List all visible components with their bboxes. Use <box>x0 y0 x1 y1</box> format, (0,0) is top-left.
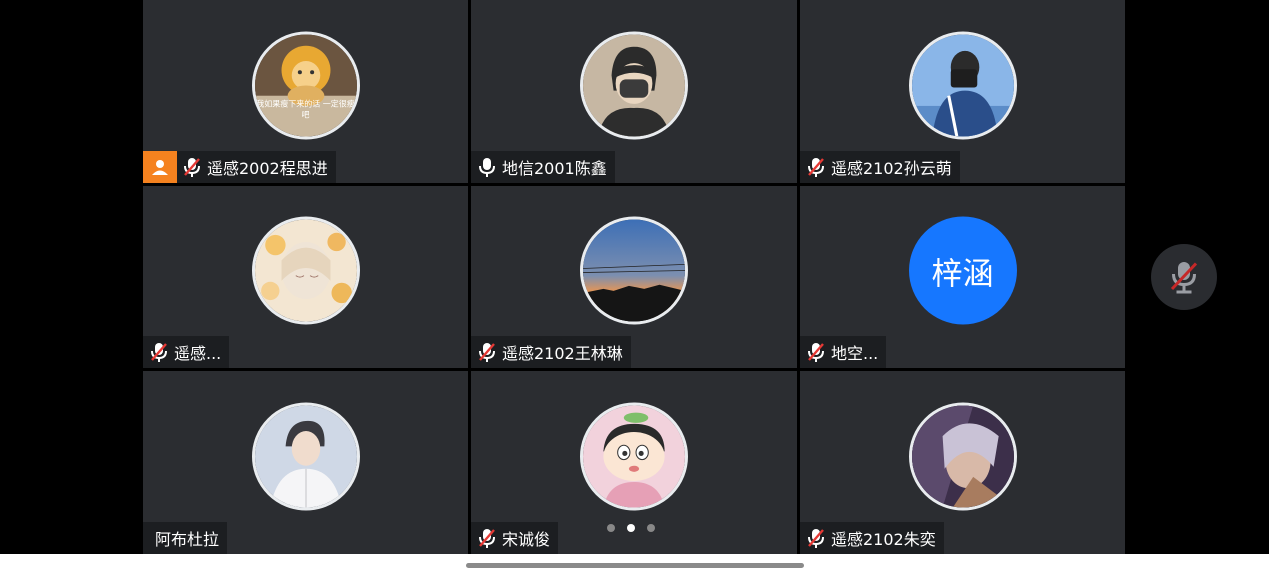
participant-name: 遥感2102朱奕 <box>831 530 936 549</box>
participant-name: 阿布杜拉 <box>155 530 220 549</box>
avatar <box>251 216 360 325</box>
participant-tile[interactable]: 我如果瘦下来的话 一定很瘦吧 遥感2002程思进 <box>143 0 468 183</box>
mic-muted-icon <box>184 158 200 177</box>
mic-icon <box>479 158 495 177</box>
participant-tile[interactable]: 遥感... <box>143 186 468 368</box>
mic-muted-icon <box>479 529 495 548</box>
mic-muted-icon <box>808 529 824 548</box>
participant-label: 遥感2102王林琳 <box>471 336 631 368</box>
participant-label: 遥感... <box>143 336 230 368</box>
text-avatar: 梓涵 <box>908 216 1017 325</box>
participant-name: 遥感2002程思进 <box>207 159 328 178</box>
participant-name: 宋诚俊 <box>502 530 551 549</box>
self-mic-toggle-button[interactable] <box>1151 244 1217 310</box>
avatar: 我如果瘦下来的话 一定很瘦吧 <box>251 31 360 140</box>
participant-tile[interactable]: 地信2001陈鑫 <box>471 0 797 183</box>
avatar <box>580 216 688 325</box>
page-indicator[interactable] <box>607 524 655 532</box>
participant-name: 地信2001陈鑫 <box>502 159 607 178</box>
system-nav-bar <box>0 554 1269 577</box>
participant-label: 遥感2102朱奕 <box>800 522 944 554</box>
mic-muted-icon <box>479 343 495 362</box>
mic-muted-icon <box>1170 262 1198 294</box>
participant-name: 遥感2102孙云萌 <box>831 159 952 178</box>
participant-name: 遥感2102王林琳 <box>502 344 623 363</box>
participant-name: 遥感... <box>174 344 222 363</box>
mic-muted-icon <box>808 343 824 362</box>
mic-muted-icon <box>808 158 824 177</box>
host-badge-icon <box>143 151 177 183</box>
home-indicator[interactable] <box>466 563 804 568</box>
avatar <box>580 402 688 511</box>
avatar <box>251 402 360 511</box>
avatar <box>908 31 1017 140</box>
avatar <box>580 31 688 140</box>
participant-label: 遥感2102孙云萌 <box>800 151 960 183</box>
avatar-caption: 我如果瘦下来的话 一定很瘦吧 <box>256 99 355 120</box>
participant-tile[interactable]: 梓涵 地空... <box>800 186 1125 368</box>
participant-label: 遥感2002程思进 <box>143 151 336 183</box>
page-dot-active[interactable] <box>627 524 635 532</box>
participant-tile[interactable]: 阿布杜拉 <box>143 371 468 554</box>
page-dot[interactable] <box>647 524 655 532</box>
video-grid: 我如果瘦下来的话 一定很瘦吧 遥感2002程思进 地信2001陈鑫 遥感2102… <box>141 0 1127 554</box>
participant-tile[interactable]: 遥感2102朱奕 <box>800 371 1125 554</box>
participant-label: 地信2001陈鑫 <box>471 151 615 183</box>
page-dot[interactable] <box>607 524 615 532</box>
participant-name: 地空... <box>831 344 879 363</box>
participant-tile[interactable]: 遥感2102王林琳 <box>471 186 797 368</box>
mic-muted-icon <box>151 343 167 362</box>
participant-label: 阿布杜拉 <box>143 522 228 554</box>
participant-label: 地空... <box>800 336 887 368</box>
participant-label: 宋诚俊 <box>471 522 559 554</box>
avatar <box>908 402 1017 511</box>
participant-tile[interactable]: 遥感2102孙云萌 <box>800 0 1125 183</box>
